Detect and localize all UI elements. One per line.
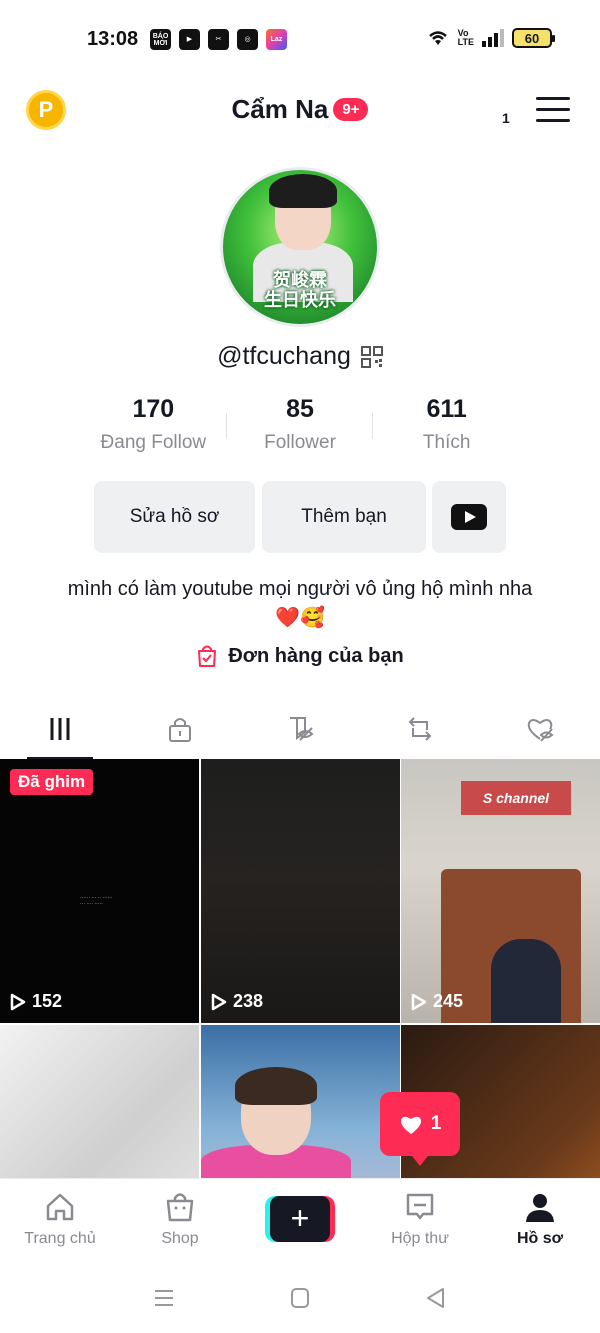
stat-followers[interactable]: 85 Follower — [227, 395, 374, 454]
avatar-caption: 贺峻霖 生日快乐 — [223, 270, 377, 310]
plus-icon: + — [270, 1195, 330, 1242]
qr-code-icon[interactable] — [360, 345, 383, 368]
nav-shop[interactable]: Shop — [120, 1179, 240, 1258]
profile-icon — [526, 1193, 554, 1222]
heart-icon — [400, 1116, 421, 1134]
nav-inbox-label: Hộp thư — [391, 1229, 449, 1247]
profile-bio: mình có làm youtube mọi người vô ủng hộ … — [67, 578, 533, 629]
edit-profile-button[interactable]: Sửa hồ sơ — [94, 481, 255, 553]
thumbnail-sign: S channel — [461, 781, 571, 815]
video-thumbnail[interactable] — [0, 1025, 199, 1179]
nav-inbox[interactable]: Hộp thư — [360, 1179, 480, 1258]
wifi-icon — [428, 31, 447, 45]
menu-count-badge: 1 — [502, 110, 510, 126]
view-count: 245 — [411, 991, 463, 1012]
home-icon — [46, 1193, 74, 1220]
system-navigation — [0, 1262, 600, 1333]
status-app-icons: BÁO MỚI ▶ ✂ ◎ Laz — [150, 29, 287, 50]
inbox-icon — [406, 1193, 434, 1219]
volte-indicator: Vo LTE — [457, 28, 474, 47]
lock-icon — [169, 718, 191, 742]
orders-link[interactable]: Đơn hàng của bạn — [0, 644, 600, 668]
youtube-icon: ▶ — [179, 29, 200, 50]
repost-icon — [408, 717, 432, 741]
video-thumbnail[interactable]: 238 — [201, 759, 400, 1023]
view-count-value: 238 — [233, 991, 264, 1011]
thumbnail-hair — [235, 1067, 317, 1105]
avatar[interactable]: 贺峻霖 生日快乐 — [220, 167, 380, 327]
nav-home-label: Trang chủ — [24, 1229, 96, 1247]
tab-liked[interactable] — [480, 700, 600, 758]
view-count-value: 152 — [32, 991, 63, 1011]
lazada-icon: Laz — [266, 29, 287, 50]
thumbnail-text: ······ ··· ·· ······ ··· ···· ····· — [80, 895, 113, 907]
profile-tabs — [0, 700, 600, 760]
signal-icon — [482, 29, 504, 47]
view-count-value: 245 — [433, 991, 464, 1011]
likes-notification-popup[interactable]: 1 — [380, 1092, 460, 1166]
profile-stats: 170 Đang Follow 85 Follower 611 Thích — [80, 395, 520, 454]
avatar-hair — [269, 174, 337, 208]
video-thumbnail[interactable]: Đã ghim ······ ··· ·· ······ ··· ···· ···… — [0, 759, 199, 1023]
stat-label: Thích — [422, 432, 471, 453]
add-friends-button[interactable]: Thêm bạn — [262, 481, 426, 553]
capcut-icon: ✂ — [208, 29, 229, 50]
thumbnail-person — [491, 939, 561, 1023]
battery-indicator: 60 — [512, 28, 555, 48]
tab-saved[interactable] — [240, 700, 360, 758]
tab-videos[interactable] — [0, 700, 120, 760]
avatar-caption-line1: 贺峻霖 — [273, 270, 327, 290]
hamburger-menu-icon[interactable] — [536, 97, 570, 125]
video-grid: Đã ghim ······ ··· ·· ······ ··· ···· ···… — [0, 759, 600, 1179]
profile-name: Cẩm Na — [231, 94, 329, 124]
play-icon — [411, 993, 427, 1010]
bottom-navigation: Trang chủ Shop + Hộp thư Hồ sơ — [0, 1178, 600, 1258]
youtube-link-button[interactable] — [432, 481, 506, 553]
stat-label: Follower — [264, 432, 336, 453]
grid-icon — [50, 718, 70, 740]
username: @tfcuchang — [217, 342, 351, 370]
nav-home[interactable]: Trang chủ — [0, 1179, 120, 1258]
orders-label: Đơn hàng của bạn — [228, 644, 404, 667]
stat-value: 85 — [286, 395, 314, 423]
baomoi-icon: BÁO MỚI — [150, 29, 171, 50]
pinned-badge: Đã ghim — [10, 769, 94, 795]
status-indicators: Vo LTE 60 — [426, 28, 555, 48]
stat-likes[interactable]: 611 Thích — [373, 395, 520, 454]
shopping-bag-icon — [198, 645, 217, 667]
likes-notification-count: 1 — [430, 1113, 442, 1134]
username-row: @tfcuchang — [0, 342, 600, 371]
youtube-icon — [451, 504, 487, 530]
create-button[interactable]: + — [265, 1195, 335, 1242]
recents-menu-icon[interactable] — [151, 1285, 177, 1311]
view-count: 152 — [10, 991, 62, 1012]
play-icon — [211, 993, 227, 1010]
profile-name-switcher[interactable]: Cẩm Na 9+ — [0, 94, 600, 125]
avatar-caption-line2: 生日快乐 — [264, 290, 336, 310]
status-time: 13:08 — [87, 28, 139, 50]
stat-value: 611 — [426, 395, 467, 423]
view-count: 238 — [211, 991, 263, 1012]
home-square-icon[interactable] — [287, 1285, 313, 1311]
stat-value: 170 — [132, 395, 175, 423]
bookmark-hidden-icon — [290, 717, 314, 741]
video-thumbnail[interactable]: S channel 245 — [401, 759, 600, 1023]
status-bar: 13:08 BÁO MỚI ▶ ✂ ◎ Laz Vo LTE 60 — [0, 0, 600, 80]
stat-following[interactable]: 170 Đang Follow — [80, 395, 227, 454]
tab-private[interactable] — [120, 700, 240, 758]
back-triangle-icon[interactable] — [423, 1285, 449, 1311]
nav-create[interactable]: + — [240, 1179, 360, 1258]
notification-badge: 9+ — [333, 98, 369, 121]
video-thumbnail[interactable] — [201, 1025, 400, 1179]
heart-hidden-icon — [527, 719, 554, 742]
shop-bag-icon — [166, 1192, 194, 1221]
play-icon — [10, 993, 26, 1010]
chrome-icon: ◎ — [237, 29, 258, 50]
nav-shop-label: Shop — [161, 1229, 199, 1247]
nav-profile[interactable]: Hồ sơ — [480, 1179, 600, 1258]
tab-reposts[interactable] — [360, 700, 480, 758]
stat-label: Đang Follow — [100, 432, 207, 453]
nav-profile-label: Hồ sơ — [516, 1229, 564, 1247]
